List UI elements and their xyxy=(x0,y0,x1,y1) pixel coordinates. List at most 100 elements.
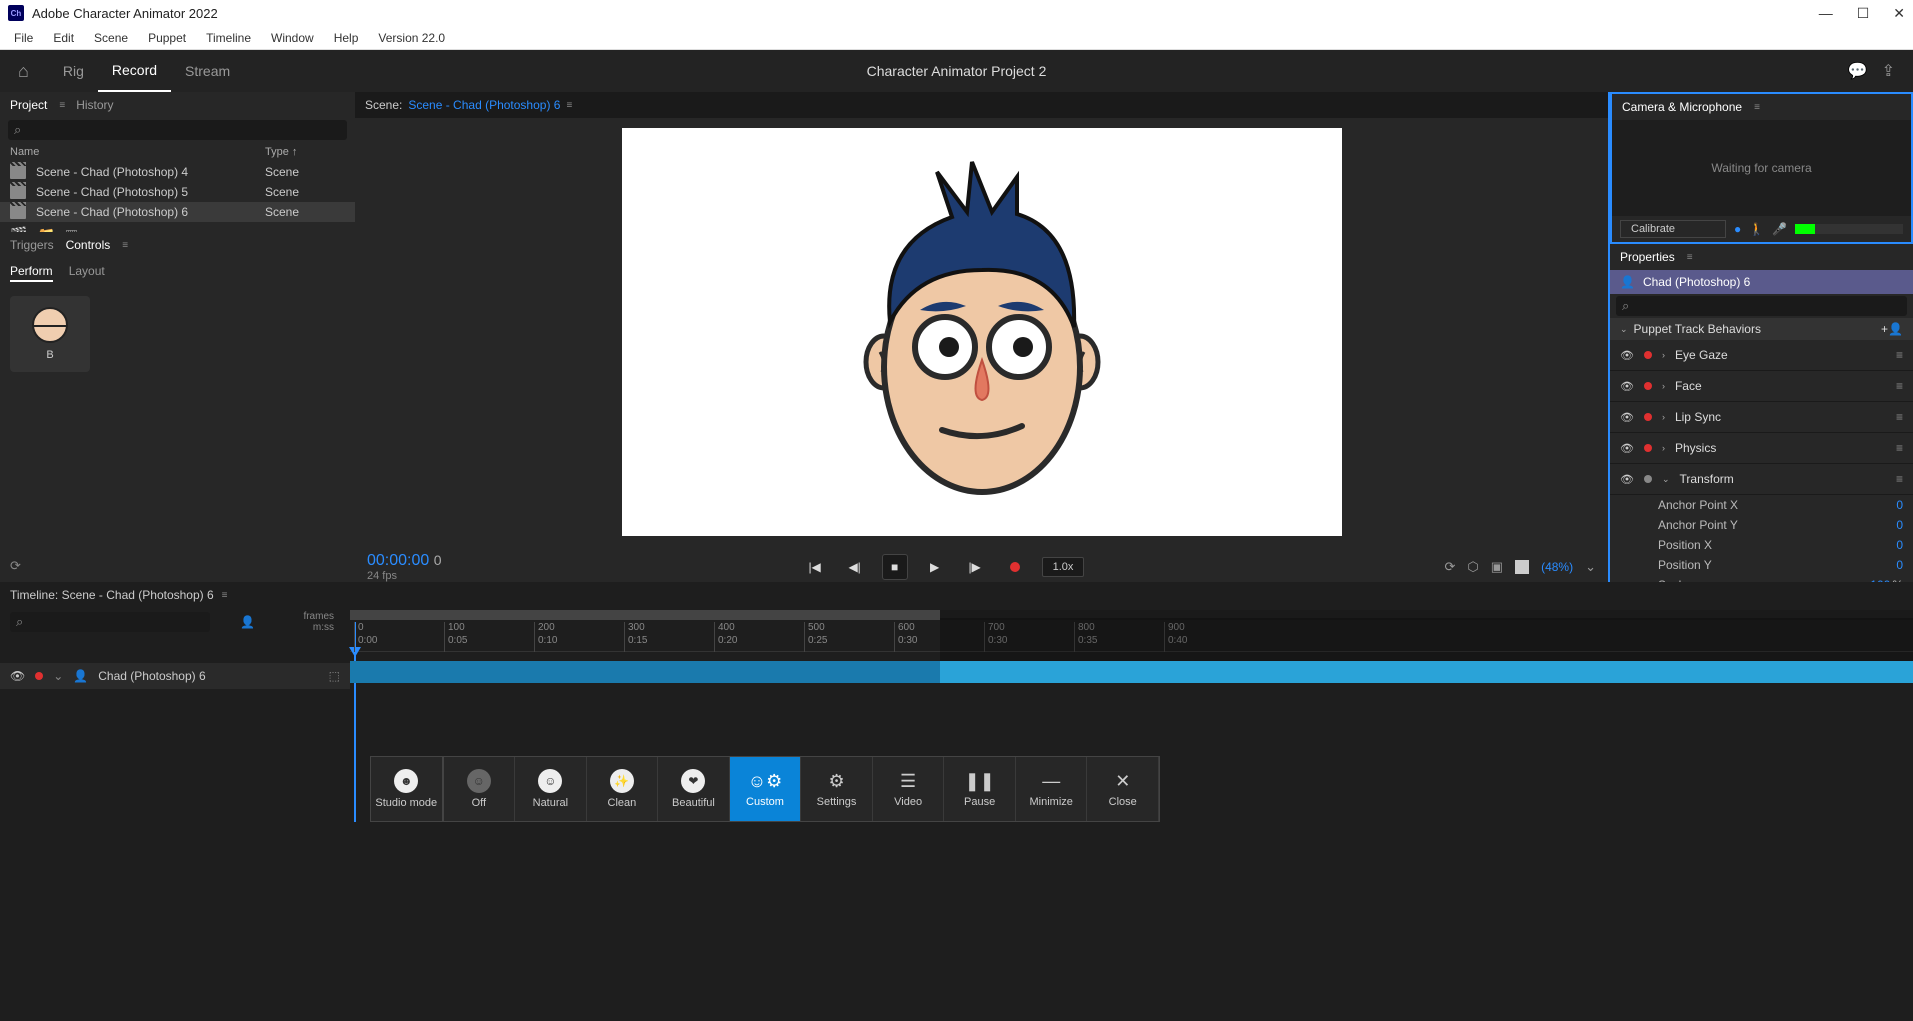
scene-menu-icon[interactable]: ≡ xyxy=(566,100,571,111)
close-button[interactable]: ✕Close xyxy=(1087,757,1159,821)
behavior-menu-icon[interactable]: ≡ xyxy=(1896,441,1903,455)
behavior-row[interactable]: 👁› Eye Gaze≡ xyxy=(1610,340,1913,371)
scene-viewport[interactable] xyxy=(355,118,1608,546)
properties-search[interactable] xyxy=(1616,296,1907,316)
chevron-right-icon[interactable]: › xyxy=(1662,443,1665,453)
arm-record-icon[interactable] xyxy=(1644,351,1652,359)
body-track-icon[interactable]: 🚶 xyxy=(1749,222,1764,236)
effect-beautiful-button[interactable]: ❤Beautiful xyxy=(658,757,730,821)
behavior-menu-icon[interactable]: ≡ xyxy=(1896,348,1903,362)
visibility-icon[interactable]: 👁 xyxy=(1620,442,1634,455)
chevron-down-icon[interactable]: ⌄ xyxy=(1662,474,1670,485)
chevron-right-icon[interactable]: › xyxy=(1662,350,1665,360)
triggers-tab[interactable]: Triggers xyxy=(10,238,54,252)
project-menu-icon[interactable]: ≡ xyxy=(59,100,64,111)
playhead[interactable] xyxy=(354,622,356,822)
transform-row[interactable]: 👁⌄ Transform≡ xyxy=(1610,464,1913,495)
zoom-dropdown-icon[interactable]: ⌄ xyxy=(1585,559,1596,575)
chevron-right-icon[interactable]: › xyxy=(1662,381,1665,391)
visibility-icon[interactable]: 👁 xyxy=(1620,380,1634,393)
controls-menu-icon[interactable]: ≡ xyxy=(122,240,127,251)
track-lock-icon[interactable]: ⬚ xyxy=(329,669,340,683)
studio-mode-button[interactable]: ☻Studio mode xyxy=(371,757,444,821)
perform-tab[interactable]: Perform xyxy=(10,264,53,282)
minimize-button[interactable]: —Minimize xyxy=(1016,757,1088,821)
play-button[interactable]: ▶ xyxy=(922,554,948,580)
step-back-button[interactable]: ◀| xyxy=(842,554,868,580)
mode-record[interactable]: Record xyxy=(98,50,171,92)
behavior-row[interactable]: 👁› Physics≡ xyxy=(1610,433,1913,464)
control-thumbnail[interactable]: B xyxy=(10,296,90,372)
arm-record-icon[interactable] xyxy=(1644,475,1652,483)
video-button[interactable]: ☰Video xyxy=(873,757,945,821)
menu-file[interactable]: File xyxy=(6,29,41,47)
home-icon[interactable]: ⌂ xyxy=(18,61,29,82)
project-search[interactable] xyxy=(8,120,347,140)
record-button[interactable] xyxy=(1002,554,1028,580)
effect-clean-button[interactable]: ✨Clean xyxy=(587,757,659,821)
layout-tab[interactable]: Layout xyxy=(69,264,105,282)
visibility-icon[interactable]: 👁 xyxy=(1620,349,1634,362)
properties-tab[interactable]: Properties xyxy=(1620,250,1675,264)
project-name-header[interactable]: Name xyxy=(10,146,265,158)
arm-record-icon[interactable] xyxy=(1644,413,1652,421)
webcam-icon[interactable]: ● xyxy=(1734,222,1741,236)
3d-icon[interactable]: ⬡ xyxy=(1467,559,1478,575)
effect-natural-button[interactable]: ☺Natural xyxy=(515,757,587,821)
arm-record-icon[interactable] xyxy=(35,672,43,680)
add-behavior-icon[interactable]: +👤 xyxy=(1881,322,1903,336)
arm-record-icon[interactable] xyxy=(1644,382,1652,390)
playback-speed[interactable]: 1.0x xyxy=(1042,557,1085,577)
property-value[interactable]: 0 xyxy=(1896,498,1903,512)
refresh-icon[interactable]: ⟳ xyxy=(10,558,21,574)
microphone-icon[interactable]: 🎤 xyxy=(1772,222,1787,236)
window-maximize-button[interactable]: ☐ xyxy=(1857,5,1870,22)
history-tab[interactable]: History xyxy=(76,98,113,112)
menu-puppet[interactable]: Puppet xyxy=(140,29,194,47)
pause-button[interactable]: ❚❚Pause xyxy=(944,757,1016,821)
project-type-header[interactable]: Type ↑ xyxy=(265,146,345,158)
arm-record-icon[interactable] xyxy=(1644,444,1652,452)
puppet-name-bar[interactable]: 👤 Chad (Photoshop) 6 xyxy=(1610,270,1913,294)
refresh-scene-icon[interactable]: ⟳ xyxy=(1445,559,1456,575)
menu-edit[interactable]: Edit xyxy=(45,29,82,47)
checker-icon[interactable] xyxy=(1515,560,1529,574)
window-minimize-button[interactable]: — xyxy=(1819,5,1833,22)
timeline-track-bar[interactable] xyxy=(350,661,1913,683)
effect-off-button[interactable]: ☺Off xyxy=(444,757,516,821)
behavior-menu-icon[interactable]: ≡ xyxy=(1896,410,1903,424)
properties-menu-icon[interactable]: ≡ xyxy=(1687,252,1692,263)
calibrate-button[interactable]: Calibrate xyxy=(1620,220,1726,238)
controls-tab[interactable]: Controls xyxy=(66,238,111,252)
timeline-track-header[interactable]: 👁 ⌄ 👤 Chad (Photoshop) 6 ⬚ xyxy=(0,663,350,689)
menu-version[interactable]: Version 22.0 xyxy=(370,29,453,47)
menu-timeline[interactable]: Timeline xyxy=(198,29,259,47)
chevron-down-icon[interactable]: ⌄ xyxy=(53,669,63,683)
menu-scene[interactable]: Scene xyxy=(86,29,136,47)
window-close-button[interactable]: ✕ xyxy=(1893,5,1905,22)
project-row[interactable]: Scene - Chad (Photoshop) 5 Scene xyxy=(0,182,355,202)
behavior-row[interactable]: 👁› Lip Sync≡ xyxy=(1610,402,1913,433)
timeline-menu-icon[interactable]: ≡ xyxy=(222,590,227,601)
timeline-search[interactable] xyxy=(10,612,210,632)
chat-icon[interactable]: 💬 xyxy=(1848,61,1868,81)
settings-button[interactable]: ⚙Settings xyxy=(801,757,873,821)
zoom-level[interactable]: (48%) xyxy=(1541,560,1573,574)
property-value[interactable]: 0 xyxy=(1896,558,1903,572)
chevron-right-icon[interactable]: › xyxy=(1662,412,1665,422)
menu-help[interactable]: Help xyxy=(326,29,367,47)
cast-icon[interactable]: ▣ xyxy=(1491,559,1503,575)
scene-name-link[interactable]: Scene - Chad (Photoshop) 6 xyxy=(408,98,560,112)
menu-window[interactable]: Window xyxy=(263,29,322,47)
behavior-row[interactable]: 👁› Face≡ xyxy=(1610,371,1913,402)
camera-menu-icon[interactable]: ≡ xyxy=(1754,102,1759,113)
mode-stream[interactable]: Stream xyxy=(171,50,244,92)
share-icon[interactable]: ⇪ xyxy=(1882,61,1895,81)
camera-tab[interactable]: Camera & Microphone xyxy=(1622,100,1742,114)
effect-custom-button[interactable]: ☺⚙Custom xyxy=(730,757,802,821)
visibility-icon[interactable]: 👁 xyxy=(1620,411,1634,424)
behavior-menu-icon[interactable]: ≡ xyxy=(1896,472,1903,486)
visibility-icon[interactable]: 👁 xyxy=(1620,473,1634,486)
puppet-filter-icon[interactable]: 👤 xyxy=(240,615,255,629)
timecode[interactable]: 00:00:00 xyxy=(367,552,429,569)
